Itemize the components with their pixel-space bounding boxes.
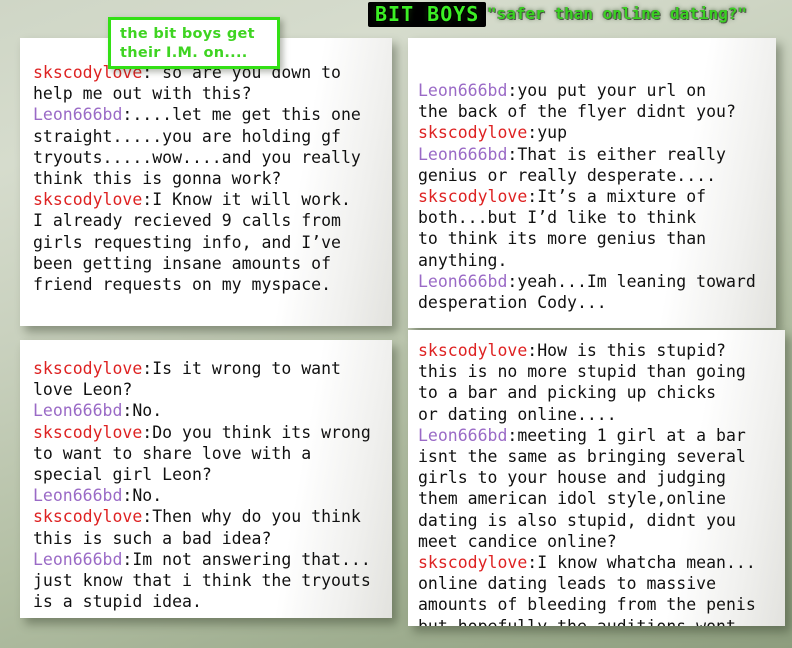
chat-speaker: Leon666bd bbox=[33, 401, 123, 421]
comic-panel-1: skscodylove: so are you down to help me … bbox=[20, 38, 392, 326]
chat-transcript-3: skscodylove:Is it wrong to want love Leo… bbox=[20, 340, 392, 618]
comic-strip: BIT BOYS "safer than online dating?" sks… bbox=[0, 0, 792, 648]
tagline: "safer than online dating?" bbox=[487, 4, 748, 23]
chat-message-text: :yup bbox=[527, 123, 568, 143]
chat-speaker: Leon666bd bbox=[418, 271, 508, 291]
chat-transcript-1: skscodylove: so are you down to help me … bbox=[20, 38, 392, 303]
chat-speaker: skscodylove bbox=[418, 341, 528, 360]
chat-speaker: skscodylove bbox=[33, 507, 143, 527]
site-logo: BIT BOYS bbox=[368, 2, 487, 27]
chat-speaker: Leon666bd bbox=[418, 425, 508, 445]
chat-speaker: Leon666bd bbox=[33, 549, 123, 569]
chat-speaker: skscodylove bbox=[33, 359, 143, 378]
chat-speaker: skscodylove bbox=[33, 190, 143, 210]
caption-text: the bit boys get their I.M. on.... bbox=[120, 26, 255, 61]
chat-speaker: Leon666bd bbox=[33, 486, 123, 506]
chat-message-text: :No. bbox=[122, 401, 163, 421]
caption-box: the bit boys get their I.M. on.... bbox=[108, 17, 280, 69]
chat-speaker: skscodylove bbox=[418, 187, 528, 207]
chat-speaker: skscodylove bbox=[418, 123, 528, 143]
chat-transcript-4: skscodylove:How is this stupid? this is … bbox=[408, 330, 785, 626]
chat-speaker: Leon666bd bbox=[33, 105, 123, 125]
chat-speaker: Leon666bd bbox=[418, 144, 508, 164]
chat-speaker: Leon666bd bbox=[418, 81, 508, 100]
chat-transcript-2: Leon666bd:you put your url on the back o… bbox=[408, 38, 776, 321]
chat-message-text: :No. bbox=[122, 486, 163, 506]
comic-panel-2: Leon666bd:you put your url on the back o… bbox=[408, 38, 776, 328]
comic-panel-3: skscodylove:Is it wrong to want love Leo… bbox=[20, 340, 392, 618]
chat-speaker: skscodylove bbox=[33, 422, 143, 442]
chat-speaker: skscodylove bbox=[418, 553, 528, 573]
comic-panel-4: skscodylove:How is this stupid? this is … bbox=[408, 330, 785, 626]
